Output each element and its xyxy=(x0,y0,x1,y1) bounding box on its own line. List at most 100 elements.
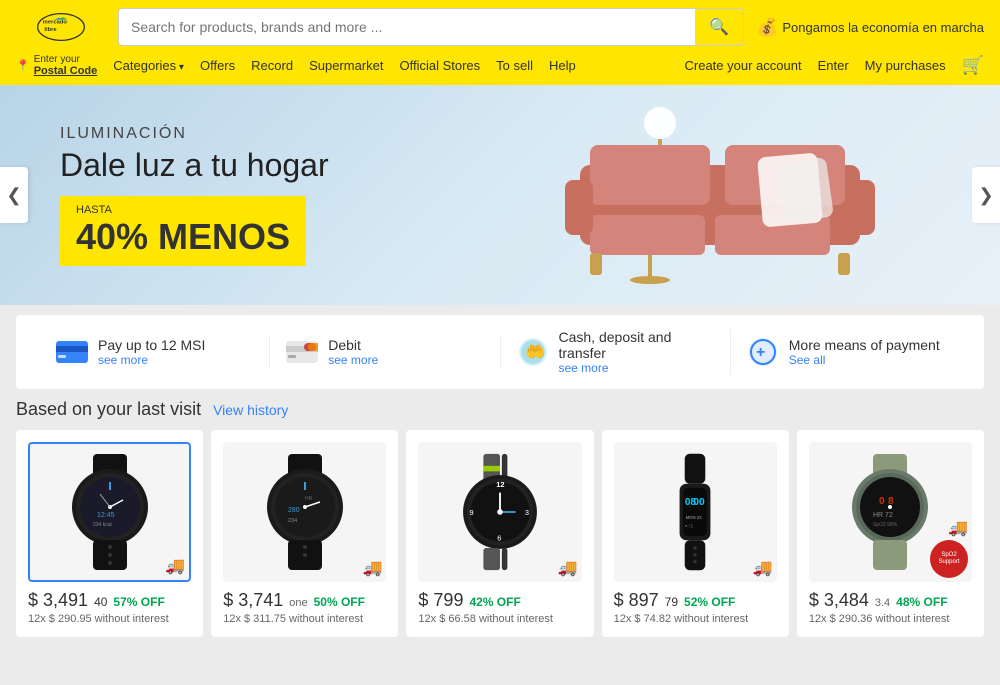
cash-text: Cash, deposit and transfer see more xyxy=(559,329,714,375)
nav-record[interactable]: Record xyxy=(251,58,293,73)
banner-prev-button[interactable]: ❮ xyxy=(0,167,28,223)
product-card-3[interactable]: 12 3 6 9 🚚 $ 799 42% OFF 12x $ 6 xyxy=(406,430,593,637)
cart-icon[interactable]: 🛒 xyxy=(962,55,984,76)
msi-title: Pay up to 12 MSI xyxy=(98,337,205,353)
banner-content: ILUMINACIÓN Dale luz a tu hogar HASTA 40… xyxy=(0,95,389,296)
debit-icon xyxy=(286,336,318,368)
nav-help[interactable]: Help xyxy=(549,58,576,73)
delivery-icon-4: 🚚 xyxy=(753,558,773,578)
delivery-icon-2: 🚚 xyxy=(362,558,382,578)
svg-text:12:45: 12:45 xyxy=(97,512,115,519)
postal-code-area[interactable]: 📍 Enter your Postal Code xyxy=(16,54,97,77)
svg-text:0: 0 xyxy=(879,496,885,507)
banner-title: Dale luz a tu hogar xyxy=(60,147,329,184)
price-off-1: 57% OFF xyxy=(113,595,164,609)
my-purchases-link[interactable]: My purchases xyxy=(865,58,946,73)
header: mercado libre 🔍 💰 Pongamos la economía e… xyxy=(0,0,1000,54)
watch-svg-3: 12 3 6 9 xyxy=(445,452,555,572)
banner-subtitle: ILUMINACIÓN xyxy=(60,125,329,143)
cash-title: Cash, deposit and transfer xyxy=(559,329,714,361)
view-history-link[interactable]: View history xyxy=(213,402,288,418)
cash-link[interactable]: see more xyxy=(559,361,714,375)
price-extra-5: 3.4 xyxy=(875,597,890,609)
price-extra-2: one xyxy=(289,597,307,609)
payment-item-debit[interactable]: Debit see more xyxy=(270,336,500,368)
payment-item-more[interactable]: + More means of payment See all xyxy=(731,336,960,368)
msi-icon xyxy=(56,336,88,368)
nav-bar: 📍 Enter your Postal Code Categories Offe… xyxy=(0,54,1000,85)
msi-text: Pay up to 12 MSI see more xyxy=(98,337,205,367)
price-cents-4: 79 xyxy=(665,595,678,609)
product-img-2: 280 234 HR 🚚 xyxy=(223,442,386,582)
nav-official-stores[interactable]: Official Stores xyxy=(399,58,480,73)
svg-text:3: 3 xyxy=(525,508,529,517)
create-account-link[interactable]: Create your account xyxy=(685,58,802,73)
nav-supermarket[interactable]: Supermarket xyxy=(309,58,383,73)
price-cents-1: 40 xyxy=(94,595,107,609)
debit-link[interactable]: see more xyxy=(328,353,378,367)
postal-code-link[interactable]: Postal Code xyxy=(34,65,98,77)
section-header: Based on your last visit View history xyxy=(16,399,984,420)
spo2-badge: SpO2 Support xyxy=(930,540,968,578)
msi-link[interactable]: see more xyxy=(98,353,205,367)
price-main-3: $ 799 xyxy=(418,590,463,611)
delivery-icon-5: 🚚 xyxy=(948,518,968,538)
svg-text:280: 280 xyxy=(288,507,300,514)
price-installment-5: 12x $ 290.36 without interest xyxy=(809,613,972,625)
price-row-1: $ 3,491 40 57% OFF xyxy=(28,590,191,611)
nav-links: Categories Offers Record Supermarket Off… xyxy=(113,58,576,73)
product-img-4: 08 : 00 MON 23 ♥ 72 🚚 xyxy=(614,442,777,582)
product-grid: 12:45 234 kcal 🚚 $ 3,491 40 57% OFF 12x … xyxy=(16,430,984,637)
banner-sofa xyxy=(560,105,900,305)
payment-strip: Pay up to 12 MSI see more Debit see more… xyxy=(16,315,984,389)
nav-to-sell[interactable]: To sell xyxy=(496,58,533,73)
banner-next-button[interactable]: ❯ xyxy=(972,167,1000,223)
more-payment-title: More means of payment xyxy=(789,337,940,353)
product-card-4[interactable]: 08 : 00 MON 23 ♥ 72 🚚 $ 897 79 52% OFF xyxy=(602,430,789,637)
history-section: Based on your last visit View history xyxy=(16,399,984,637)
price-row-2: $ 3,741 one 50% OFF xyxy=(223,590,386,611)
location-icon: 📍 xyxy=(16,59,30,72)
search-button[interactable]: 🔍 xyxy=(695,9,743,45)
payment-item-msi[interactable]: Pay up to 12 MSI see more xyxy=(40,336,270,368)
svg-text:00: 00 xyxy=(693,497,705,508)
svg-text:mercado: mercado xyxy=(43,20,68,26)
watch-svg-5: 0 8 HR 72 SpO2 98% xyxy=(835,452,945,572)
search-bar: 🔍 xyxy=(118,8,744,46)
banner-badge-top: HASTA xyxy=(76,204,290,216)
debit-text: Debit see more xyxy=(328,337,378,367)
nav-offers[interactable]: Offers xyxy=(200,58,235,73)
svg-text:HR 72: HR 72 xyxy=(873,512,893,519)
watch-svg-2: 280 234 HR xyxy=(250,452,360,572)
header-economy: 💰 Pongamos la economía en marcha xyxy=(756,17,984,38)
payment-item-cash[interactable]: 🤲 Cash, deposit and transfer see more xyxy=(501,329,731,375)
product-card-5[interactable]: 0 8 HR 72 SpO2 98% SpO2 Support 🚚 $ 3,48… xyxy=(797,430,984,637)
product-img-1: 12:45 234 kcal 🚚 xyxy=(28,442,191,582)
svg-text:MON 23: MON 23 xyxy=(686,515,703,520)
price-main-1: $ 3,491 xyxy=(28,590,88,611)
price-installment-1: 12x $ 290.95 without interest xyxy=(28,613,191,625)
delivery-icon-1: 🚚 xyxy=(165,556,185,576)
economy-text: Pongamos la economía en marcha xyxy=(782,20,984,35)
price-off-5: 48% OFF xyxy=(896,595,947,609)
nav-categories[interactable]: Categories xyxy=(113,58,184,73)
product-card-2[interactable]: 280 234 HR 🚚 $ 3,741 one 50% OFF 12x $ 3… xyxy=(211,430,398,637)
cash-icon: 🤲 xyxy=(517,336,549,368)
banner-badge-main: 40% MENOS xyxy=(76,216,290,257)
product-card-1[interactable]: 12:45 234 kcal 🚚 $ 3,491 40 57% OFF 12x … xyxy=(16,430,203,637)
price-main-5: $ 3,484 xyxy=(809,590,869,611)
price-row-3: $ 799 42% OFF xyxy=(418,590,581,611)
debit-title: Debit xyxy=(328,337,378,353)
price-main-4: $ 897 xyxy=(614,590,659,611)
more-payment-link[interactable]: See all xyxy=(789,353,940,367)
svg-text:libre: libre xyxy=(44,27,57,33)
watch-svg-1: 12:45 234 kcal xyxy=(55,452,165,572)
svg-text:8: 8 xyxy=(888,496,894,507)
banner: ❮ ILUMINACIÓN Dale luz a tu hogar HASTA … xyxy=(0,85,1000,305)
enter-link[interactable]: Enter xyxy=(818,58,849,73)
search-input[interactable] xyxy=(119,11,695,43)
svg-text:234: 234 xyxy=(288,518,297,524)
svg-text:♥ 72: ♥ 72 xyxy=(685,523,694,528)
price-off-3: 42% OFF xyxy=(469,595,520,609)
logo-area: mercado libre xyxy=(16,12,106,42)
